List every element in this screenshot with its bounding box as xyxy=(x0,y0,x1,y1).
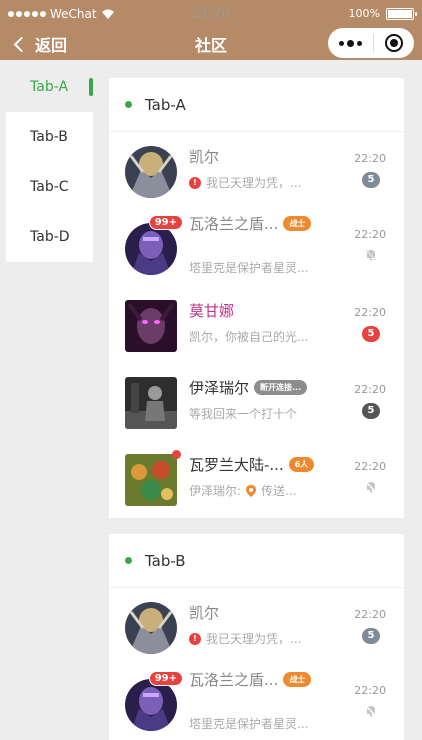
sidebar-item-tab-c[interactable]: Tab-C xyxy=(6,162,93,212)
message-text: 等我回来一个打十个 xyxy=(189,407,298,421)
contact-name: 凯尔 xyxy=(189,604,220,622)
nav-bar: 返回 社区 xyxy=(0,28,422,60)
unread-count: 5 xyxy=(362,172,380,188)
list-item[interactable]: 伊泽瑞尔 断开连接... 等我回来一个打十个 22:20 5 xyxy=(109,363,404,440)
contact-name-text: 瓦洛兰之盾... xyxy=(189,215,279,233)
mini-program-capsule xyxy=(328,28,414,58)
avatar xyxy=(125,300,177,352)
battery-status: 100% xyxy=(348,7,417,20)
warning-icon: ! xyxy=(189,632,201,645)
avatar xyxy=(125,450,181,506)
avatar: 99+ xyxy=(125,671,183,731)
close-target-icon[interactable] xyxy=(384,34,403,52)
last-message: 等我回来一个打十个 xyxy=(189,405,297,422)
last-message: 塔里克是保护者星灵... xyxy=(189,259,308,276)
message-time: 22:20 xyxy=(354,152,386,165)
section-dot-icon xyxy=(125,101,132,108)
location-pin-icon xyxy=(246,484,257,497)
message-time: 22:20 xyxy=(354,306,386,319)
more-icon[interactable] xyxy=(339,39,363,47)
last-message: 塔里克是保护者星灵... xyxy=(189,715,308,732)
sidebar-item-label: Tab-A xyxy=(30,79,69,95)
last-message: 伊泽瑞尔: 传送... xyxy=(189,482,297,499)
contact-name: 伊泽瑞尔 断开连接... xyxy=(189,377,308,398)
list-item[interactable]: 凯尔 ! 我已天理为凭，... 22:20 5 xyxy=(109,588,404,665)
contact-name: 凯尔 xyxy=(189,148,220,166)
list-item[interactable]: 99+ 瓦洛兰之盾... 战士 塔里克是保护者星灵... 22:20 xyxy=(109,665,404,740)
unread-dot xyxy=(172,450,181,459)
avatar: 99+ xyxy=(125,215,183,275)
role-tag: 战士 xyxy=(283,216,312,231)
list-item[interactable]: 莫甘娜 凯尔，你被自己的光... 22:20 5 xyxy=(109,286,404,363)
sidebar-item-tab-a[interactable]: Tab-A xyxy=(6,62,93,112)
battery-icon xyxy=(386,7,417,20)
section-dot-icon xyxy=(125,557,132,564)
unread-count: 5 xyxy=(362,628,380,644)
capsule-divider xyxy=(372,34,374,52)
avatar xyxy=(125,602,177,654)
contact-name-text: 伊泽瑞尔 xyxy=(189,379,250,397)
message-text: 我已天理为凭，... xyxy=(206,176,302,190)
role-tag: 战士 xyxy=(283,672,312,687)
mute-bell-icon xyxy=(365,249,377,261)
contact-name: 瓦洛兰之盾... 战士 xyxy=(189,669,312,690)
list-item[interactable]: 99+ 瓦洛兰之盾... 战士 塔里克是保护者星灵... 22:20 xyxy=(109,209,404,286)
contact-name: 莫甘娜 xyxy=(189,302,235,320)
message-sender: 伊泽瑞尔: xyxy=(189,484,242,498)
mute-bell-icon xyxy=(365,481,377,493)
sidebar-item-label: Tab-C xyxy=(30,179,69,195)
message-time: 22:20 xyxy=(354,684,386,697)
contact-name: 瓦洛兰之盾... 战士 xyxy=(189,213,312,234)
contact-name-text: 瓦洛兰之盾... xyxy=(189,671,279,689)
unread-count: 5 xyxy=(362,326,380,342)
contact-name: 瓦罗兰大陆-... 6人 xyxy=(189,454,315,475)
mute-bell-icon xyxy=(365,705,377,717)
unread-count: 5 xyxy=(362,403,380,419)
section-title: Tab-B xyxy=(145,551,186,570)
section-header: Tab-A xyxy=(109,78,404,132)
section-tab-a: Tab-A 凯尔 ! 我已天理为凭，... 22:20 5 99+ 瓦洛兰之盾.… xyxy=(109,78,404,518)
message-text: 塔里克是保护者星灵... xyxy=(189,261,309,275)
sidebar-item-tab-b[interactable]: Tab-B xyxy=(6,112,93,162)
section-header: Tab-B xyxy=(109,534,404,588)
last-message: 凯尔，你被自己的光... xyxy=(189,328,308,345)
message-time: 22:20 xyxy=(354,460,386,473)
section-title: Tab-A xyxy=(145,95,186,114)
message-text: 凯尔，你被自己的光... xyxy=(189,330,309,344)
sidebar: Tab-A Tab-B Tab-C Tab-D xyxy=(6,62,93,262)
avatar xyxy=(125,377,177,429)
list-item[interactable]: 凯尔 ! 我已天理为凭，... 22:20 5 xyxy=(109,132,404,209)
last-message: ! 我已天理为凭，... xyxy=(189,630,301,647)
status-tag: 断开连接... xyxy=(254,380,308,395)
message-text: 我已天理为凭，... xyxy=(206,632,302,646)
list-item[interactable]: 瓦罗兰大陆-... 6人 伊泽瑞尔: 传送... 22:20 xyxy=(109,440,404,517)
unread-badge: 99+ xyxy=(148,671,183,686)
avatar xyxy=(125,146,177,198)
message-text: 塔里克是保护者星灵... xyxy=(189,717,309,731)
message-time: 22:20 xyxy=(354,608,386,621)
status-bar: WeChat 21:20 100% xyxy=(0,0,422,28)
sidebar-item-label: Tab-B xyxy=(30,129,68,145)
member-count-tag: 6人 xyxy=(288,457,315,472)
unread-badge: 99+ xyxy=(148,215,183,230)
warning-icon: ! xyxy=(189,176,201,189)
message-time: 22:20 xyxy=(354,383,386,396)
contact-name-text: 瓦罗兰大陆-... xyxy=(189,456,284,474)
battery-label: 100% xyxy=(348,7,380,20)
message-time: 22:20 xyxy=(354,228,386,241)
message-text: 传送... xyxy=(261,484,297,498)
sidebar-item-tab-d[interactable]: Tab-D xyxy=(6,212,93,262)
last-message: ! 我已天理为凭，... xyxy=(189,174,301,191)
section-tab-b: Tab-B 凯尔 ! 我已天理为凭，... 22:20 5 99+ 瓦洛兰之盾.… xyxy=(109,534,404,740)
sidebar-item-label: Tab-D xyxy=(30,229,70,245)
